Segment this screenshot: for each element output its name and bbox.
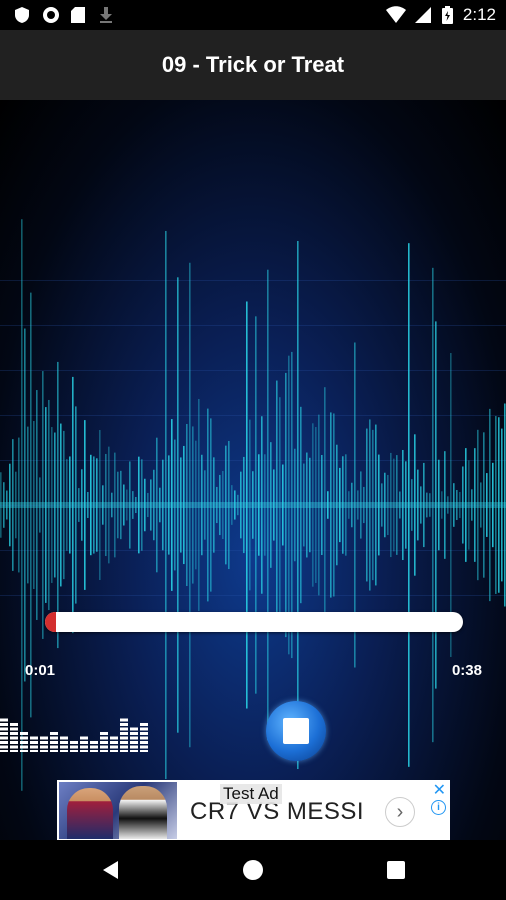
info-icon[interactable]: i [431, 800, 446, 815]
seek-bar[interactable] [45, 612, 463, 632]
stop-button[interactable] [266, 701, 326, 761]
track-title: 09 - Trick or Treat [161, 52, 345, 77]
waveform-visualizer: 0:01 0:38 [0, 100, 506, 840]
player-figure-right [119, 786, 167, 839]
app-title-bar: 09 - Trick or Treat [0, 30, 506, 100]
total-time: 0:38 [451, 662, 482, 679]
home-icon[interactable] [243, 860, 263, 880]
close-icon[interactable]: ✕ [433, 780, 446, 800]
shield-icon [14, 6, 32, 24]
status-bar: 2:12 [0, 0, 506, 30]
ad-image [59, 782, 177, 839]
sd-card-icon [70, 6, 88, 24]
status-time: 2:12 [462, 5, 496, 24]
current-time: 0:01 [25, 662, 56, 679]
wifi-icon [385, 6, 406, 24]
player-figure-left [67, 788, 113, 839]
back-icon[interactable] [103, 861, 118, 879]
chevron-right-icon[interactable]: › [385, 797, 415, 827]
ad-label: Test Ad [220, 784, 282, 804]
system-nav-bar [0, 840, 506, 900]
stop-icon [283, 718, 309, 744]
battery-icon [441, 6, 453, 24]
recents-icon[interactable] [387, 861, 405, 879]
download-icon [98, 6, 116, 24]
signal-icon [414, 6, 432, 24]
circle-icon [42, 6, 60, 24]
equalizer-icon [0, 718, 148, 752]
